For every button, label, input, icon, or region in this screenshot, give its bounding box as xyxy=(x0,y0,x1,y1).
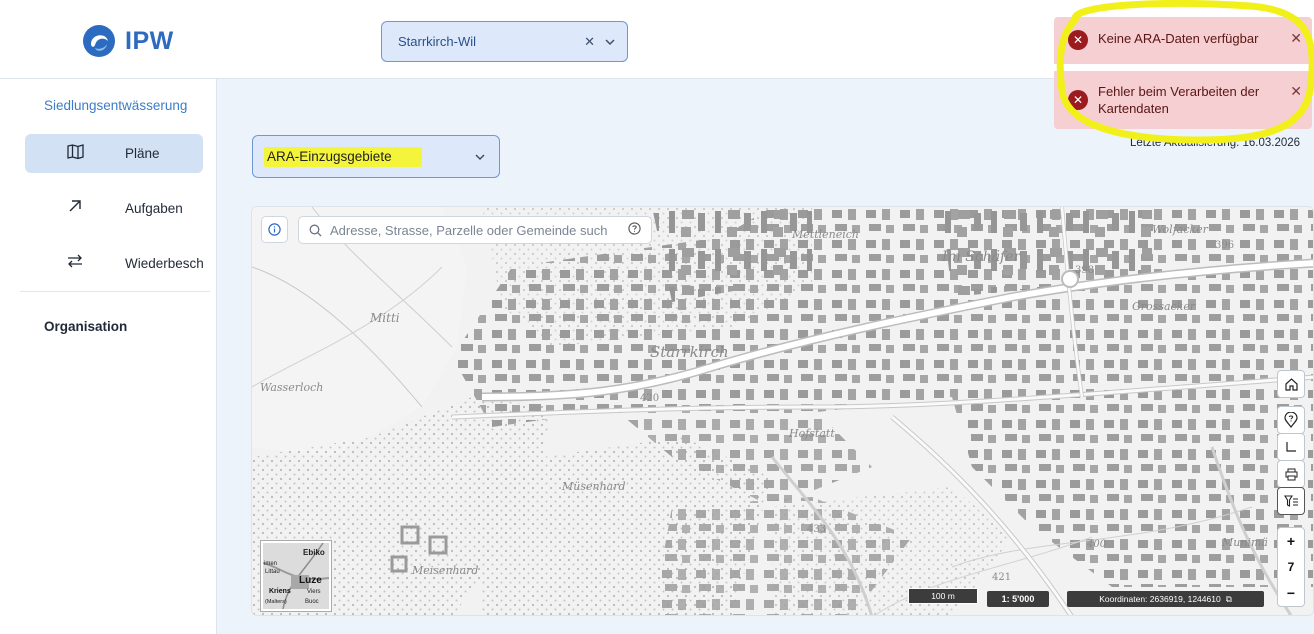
sidebar-item-label: Pläne xyxy=(125,146,160,161)
zoom-control: + 7 − xyxy=(1277,527,1305,607)
error-toast: ✕ Fehler beim Verarbeiten der Kartendate… xyxy=(1054,71,1312,129)
map-label: Mettleneich xyxy=(791,228,859,241)
scale-select[interactable]: 1: 5'000 xyxy=(987,591,1049,607)
last-update-text: Letzte Aktualisierung: 16.03.2026 xyxy=(1130,137,1301,149)
logo-icon xyxy=(83,25,115,57)
error-toast: ✕ Keine ARA-Daten verfügbar ✕ xyxy=(1054,17,1312,64)
home-icon xyxy=(1284,377,1298,391)
municipality-select[interactable]: Starrkirch-Wil ✕ xyxy=(381,21,628,62)
location-help-icon xyxy=(1284,412,1298,428)
error-circle-icon: ✕ xyxy=(1068,90,1088,110)
error-circle-icon: ✕ xyxy=(1068,30,1088,50)
map-label: Müsenhard xyxy=(561,480,626,493)
coordinates-text: Koordinaten: 2636919, 1244610 xyxy=(1099,594,1221,604)
measure-icon xyxy=(1286,442,1296,452)
map-label: Im Schäfer xyxy=(941,249,1022,265)
minimap-label: Ebiko xyxy=(303,548,325,557)
map-label: Starrkirch xyxy=(650,343,729,361)
minimap-label: Kriens xyxy=(269,588,291,595)
print-button[interactable] xyxy=(1277,460,1305,488)
sidebar-item-aufgaben[interactable]: Aufgaben xyxy=(25,189,203,228)
map-label: 420 xyxy=(640,393,659,404)
toast-message: Keine ARA-Daten verfügbar xyxy=(1098,31,1259,46)
layer-select[interactable]: ARA-Einzugsgebiete xyxy=(252,135,500,178)
chevron-down-icon[interactable] xyxy=(475,149,485,164)
app-logo[interactable]: IPW xyxy=(82,24,174,58)
sidebar-divider xyxy=(20,291,210,292)
map-label: Mitti xyxy=(369,311,400,325)
minimap-label: (Malters) xyxy=(265,599,287,605)
location-help-button[interactable] xyxy=(1277,406,1305,434)
map-label: Grossacker xyxy=(1132,300,1196,313)
sidebar-item-plaene[interactable]: Pläne xyxy=(25,134,203,173)
zoom-out-button[interactable]: − xyxy=(1287,585,1295,601)
close-icon[interactable]: ✕ xyxy=(1290,83,1302,100)
arrows-exchange-icon xyxy=(51,254,99,273)
map-label: 400 xyxy=(1086,539,1107,550)
arrow-up-right-icon xyxy=(51,199,99,218)
sidebar: Siedlungsentwässerung Pläne Aufgaben Wie… xyxy=(0,79,217,634)
map-label: 396 xyxy=(1215,240,1234,251)
filter-icon xyxy=(1283,494,1298,507)
map-label: Munimä xyxy=(1221,536,1268,549)
layer-select-value: ARA-Einzugsgebiete xyxy=(264,147,422,167)
copy-icon[interactable]: ⧉ xyxy=(1226,594,1232,605)
sidebar-item-label: Aufgaben xyxy=(125,201,183,216)
map-label: 421 xyxy=(992,572,1011,583)
map-label: Wasserloch xyxy=(260,381,323,394)
sidebar-section-title[interactable]: Siedlungsentwässerung xyxy=(44,98,187,113)
map-search-input[interactable] xyxy=(330,222,628,238)
minimap-label: Littau xyxy=(265,569,280,575)
coordinates-display[interactable]: Koordinaten: 2636919, 1244610 ⧉ xyxy=(1067,591,1264,607)
home-button[interactable] xyxy=(1277,370,1305,398)
sidebar-item-label: Wiederbesch xyxy=(125,256,204,271)
chevron-down-icon[interactable] xyxy=(605,34,615,49)
map-label: 433 xyxy=(807,524,826,535)
close-icon[interactable]: ✕ xyxy=(1290,30,1302,47)
sidebar-item-organisation[interactable]: Organisation xyxy=(44,319,127,334)
map-search[interactable] xyxy=(298,216,652,244)
overview-minimap[interactable]: Ebiko imen Littau Luze Kriens Viers (Mal… xyxy=(261,541,331,611)
sidebar-item-wiederbeschaffung[interactable]: Wiederbesch xyxy=(25,244,204,283)
map-label: Hofstatt xyxy=(788,427,835,440)
search-icon xyxy=(309,224,322,236)
zoom-level: 7 xyxy=(1287,559,1295,574)
minimap-label: Buoc xyxy=(305,599,319,605)
measure-button[interactable] xyxy=(1277,433,1305,461)
map-label: Meisenhard xyxy=(411,564,478,577)
close-icon[interactable]: ✕ xyxy=(584,34,595,50)
zoom-in-button[interactable]: + xyxy=(1287,533,1295,549)
minimap-label: imen xyxy=(264,561,277,567)
print-icon xyxy=(1285,468,1297,480)
info-button[interactable] xyxy=(261,216,288,243)
map-label: 398 xyxy=(1075,265,1094,276)
minimap-label: Viers xyxy=(307,589,321,595)
map-label: Wolfacker xyxy=(1152,223,1209,236)
help-icon[interactable] xyxy=(628,222,641,238)
scale-bar: 100 m xyxy=(908,588,978,604)
map-icon xyxy=(51,143,99,164)
map-canvas[interactable]: Mettleneich Im Schäfer Wolfacker 396 398… xyxy=(252,207,1314,616)
minimap-label: Luze xyxy=(299,575,322,586)
info-icon xyxy=(268,223,281,236)
map-view[interactable]: Mettleneich Im Schäfer Wolfacker 396 398… xyxy=(251,206,1314,616)
logo-text: IPW xyxy=(125,26,174,55)
filter-button[interactable] xyxy=(1277,487,1305,515)
toast-message: Fehler beim Verarbeiten der Kartendaten xyxy=(1098,84,1260,116)
municipality-select-value: Starrkirch-Wil xyxy=(398,34,476,49)
